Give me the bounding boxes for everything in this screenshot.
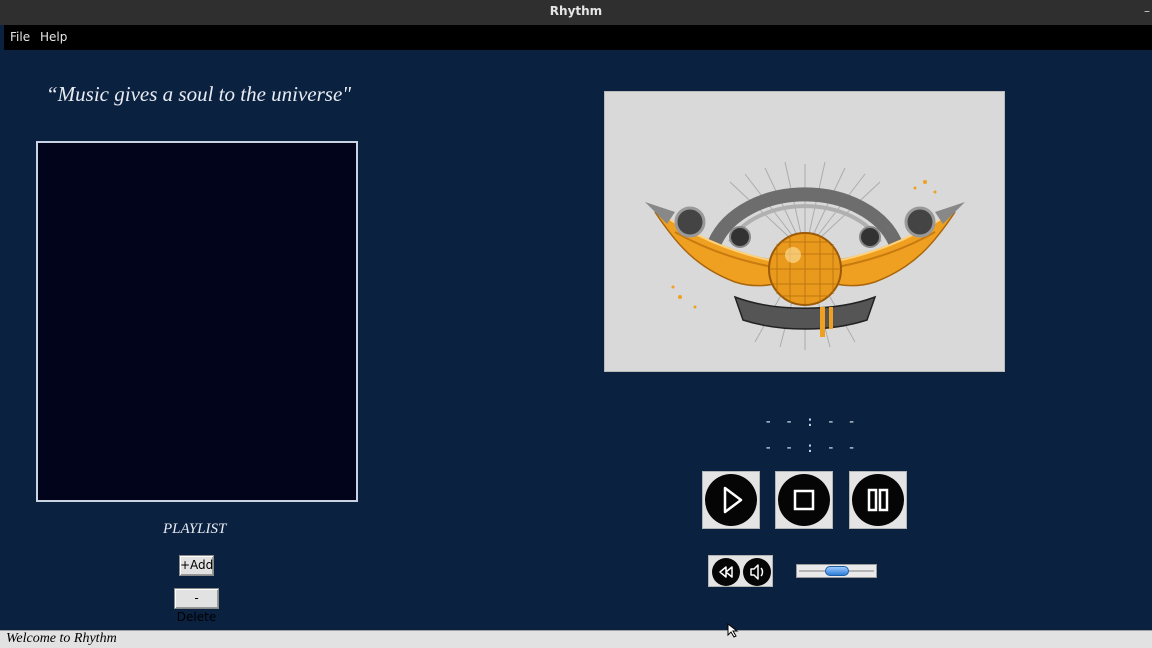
menu-help[interactable]: Help (40, 30, 67, 44)
add-button[interactable]: +Add (179, 555, 214, 576)
album-art (604, 91, 1005, 372)
speaker-mute-icon (750, 564, 764, 580)
secondary-controls (708, 555, 773, 587)
rewind-button[interactable] (712, 558, 740, 586)
minimize-icon[interactable]: – (1144, 0, 1150, 23)
status-bar: Welcome to Rhythm (0, 630, 1152, 648)
stop-button[interactable] (775, 471, 833, 529)
mouse-cursor-icon (727, 623, 739, 638)
window-title: Rhythm (549, 4, 603, 18)
volume-slider[interactable] (796, 564, 877, 578)
playlist-list[interactable] (36, 141, 358, 502)
play-button[interactable] (702, 471, 760, 529)
quote-text: “Music gives a soul to the universe" (46, 82, 352, 106)
current-time: - - : - - (764, 414, 858, 430)
playlist-label: PLAYLIST (163, 521, 227, 537)
status-text: Welcome to Rhythm (6, 631, 117, 646)
play-icon (723, 486, 743, 514)
delete-button[interactable]: -Delete (174, 588, 219, 624)
pause-icon (867, 488, 889, 512)
rewind-icon (719, 566, 733, 578)
stop-icon (793, 489, 815, 511)
menu-bar: File Help (4, 25, 1152, 50)
mute-button[interactable] (743, 558, 771, 586)
pause-button[interactable] (849, 471, 907, 529)
window-titlebar: Rhythm – (0, 0, 1152, 25)
disco-ball-winged-emblem-icon (645, 161, 965, 350)
volume-thumb[interactable] (825, 566, 849, 576)
total-time: - - : - - (764, 440, 858, 456)
menu-file[interactable]: File (10, 30, 30, 44)
